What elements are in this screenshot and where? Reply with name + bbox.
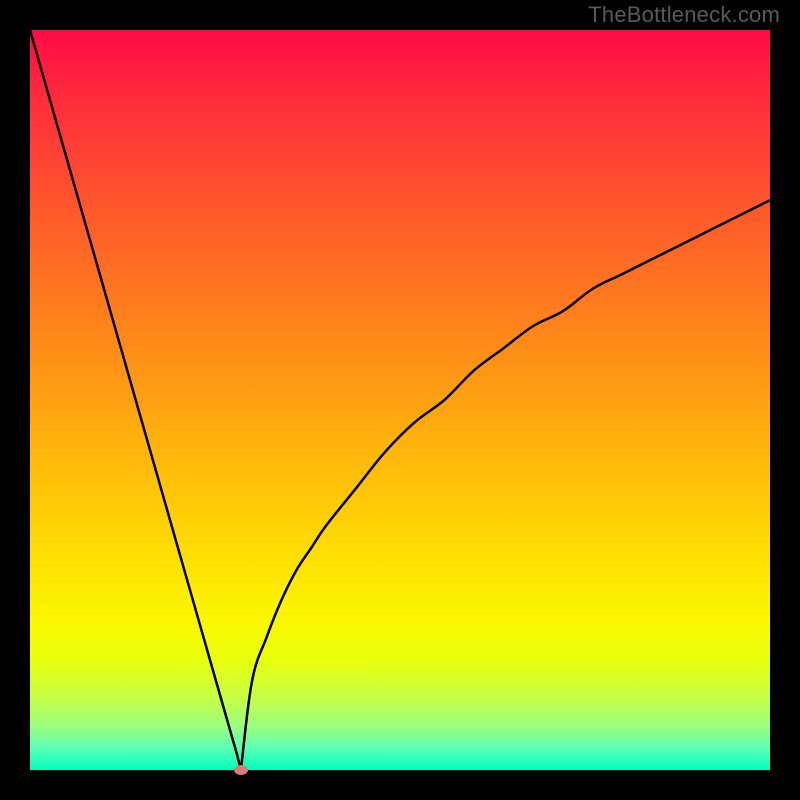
plot-area — [30, 30, 770, 770]
curve-left-branch — [30, 30, 241, 770]
curve-svg — [30, 30, 770, 770]
watermark-text: TheBottleneck.com — [588, 2, 780, 28]
chart-container: TheBottleneck.com — [0, 0, 800, 800]
minimum-marker — [234, 765, 248, 775]
curve-right-branch — [241, 200, 770, 770]
